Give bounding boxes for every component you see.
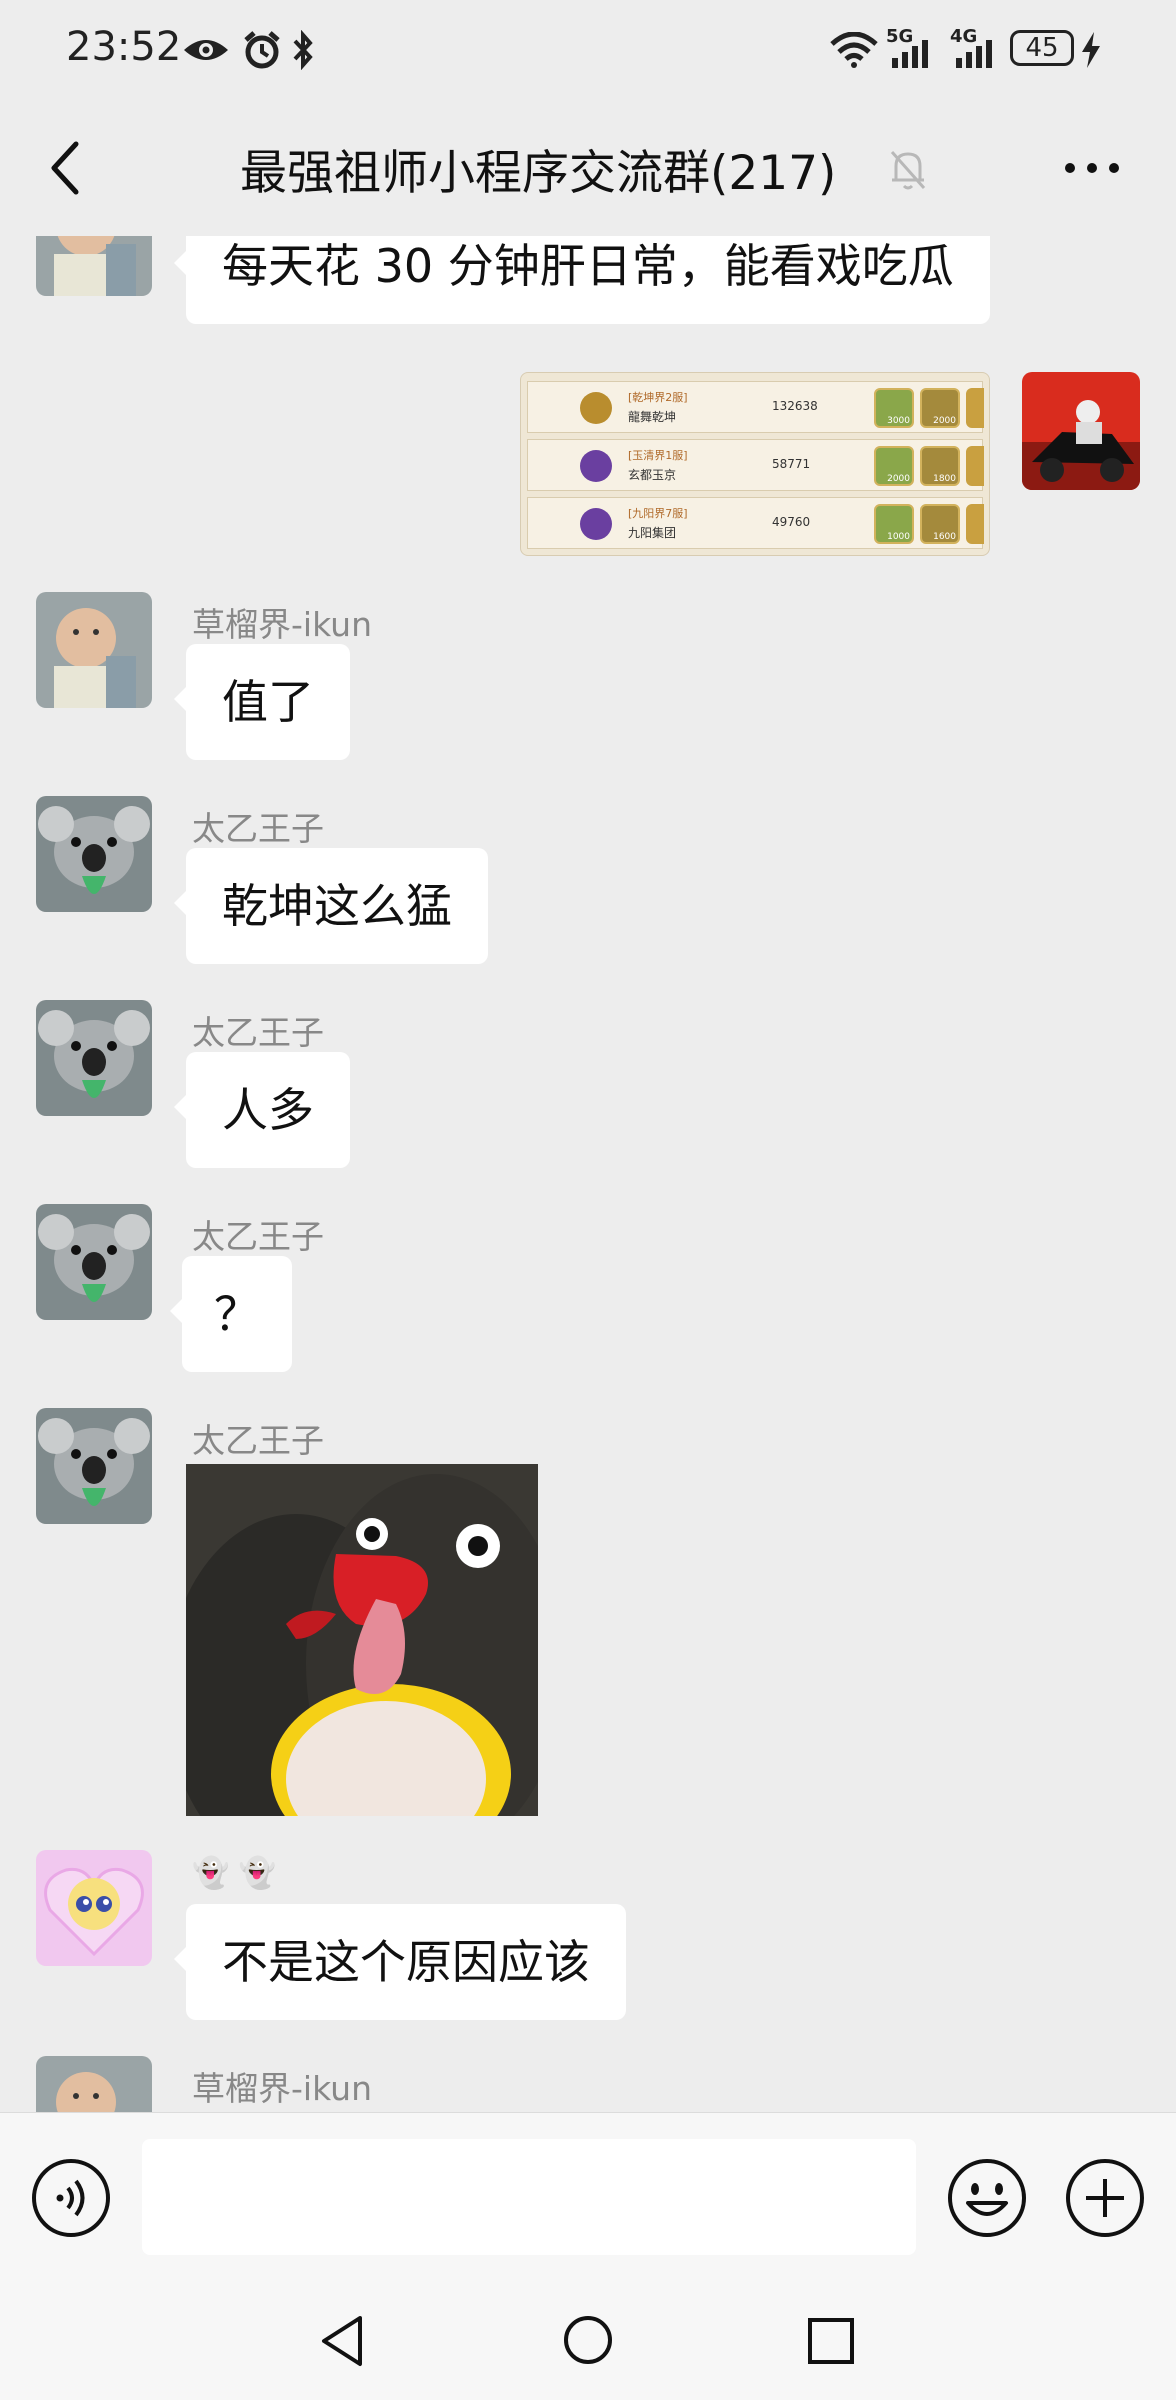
chat-title: 最强祖师小程序交流群(217): [240, 146, 837, 201]
message-bubble[interactable]: 不是这个原因应该: [174, 1904, 626, 2020]
avatar-taiyi[interactable]: [36, 1000, 152, 1116]
sticker-message[interactable]: [186, 1464, 538, 1816]
guild-score: 132638: [772, 399, 818, 413]
message-input[interactable]: [142, 2139, 916, 2255]
reward-item-icon: 3000: [874, 388, 914, 428]
reward-item-icon: 2000: [920, 388, 960, 428]
signal-4g-icon: [956, 40, 992, 68]
message-text: 值了: [222, 675, 314, 729]
plus-icon[interactable]: [1064, 2157, 1146, 2239]
message-text: 人多: [222, 1083, 314, 1137]
server-name: [玉清界1服]: [628, 449, 688, 462]
guild-badge-icon: [580, 392, 612, 424]
reward-item-icon: 1600: [920, 504, 960, 544]
system-nav-bar: [0, 2280, 1176, 2400]
message-bubble[interactable]: 人多: [174, 1052, 350, 1168]
message-text: ？: [214, 1287, 260, 1341]
input-bar: [0, 2112, 1176, 2281]
charging-icon: [1082, 32, 1100, 68]
message-text: 不是这个原因应该: [222, 1935, 590, 1989]
penguin-sticker-image: [186, 1464, 538, 1816]
message-text: 每天花 30 分钟肝日常，能看戏吃瓜: [222, 239, 954, 293]
reward-count: 2000: [887, 474, 910, 484]
status-time: 23:52: [66, 24, 182, 70]
sender-name: 太乙王子: [192, 1013, 324, 1052]
avatar-ikun[interactable]: [36, 236, 152, 296]
sender-name: 太乙王子: [192, 1217, 324, 1256]
status-bar: 23:52 5G 4G 45: [0, 0, 1176, 100]
message-bubble[interactable]: ？: [170, 1256, 292, 1372]
sender-name: 草榴界-ikun: [192, 605, 373, 644]
image-message-screenshot[interactable]: [乾坤界2服] 龍舞乾坤 132638 3000 2000 [玉清界1服] 玄都玉京 5877…: [520, 372, 990, 556]
guild-badge-icon: [580, 450, 612, 482]
reward-item-icon: 2000: [874, 446, 914, 486]
battery-level: 45: [1025, 33, 1059, 63]
reward-count: 1600: [933, 532, 956, 542]
mute-bell-icon: [890, 151, 926, 190]
reward-item-icon: [966, 446, 984, 486]
reward-item-icon: 1000: [874, 504, 914, 544]
guild-name: 玄都玉京: [628, 468, 677, 482]
more-icon[interactable]: [1062, 160, 1122, 176]
message-list[interactable]: 每天花 30 分钟肝日常，能看戏吃瓜 [乾坤界2服] 龍舞乾坤 132638 3000…: [0, 236, 1176, 2112]
message-bubble[interactable]: 乾坤这么猛: [174, 848, 488, 964]
sender-name: 太乙王子: [192, 1421, 324, 1460]
server-name: [乾坤界2服]: [628, 391, 688, 404]
reward-item-icon: [966, 504, 984, 544]
server-name: [九阳界7服]: [628, 507, 688, 520]
voice-icon[interactable]: [30, 2157, 112, 2239]
message-bubble[interactable]: 每天花 30 分钟肝日常，能看戏吃瓜: [174, 236, 990, 324]
message-text: 乾坤这么猛: [222, 879, 452, 933]
reward-count: 3000: [887, 416, 910, 426]
wifi-icon: [830, 32, 878, 68]
battery-icon: 45: [1010, 30, 1074, 66]
ranking-row: [玉清界1服] 玄都玉京 58771 2000 1800: [527, 439, 984, 491]
ranking-row: [乾坤界2服] 龍舞乾坤 132638 3000 2000: [527, 381, 984, 433]
emoji-icon[interactable]: [946, 2157, 1028, 2239]
avatar-taiyi[interactable]: [36, 1204, 152, 1320]
sender-name: 草榴界-ikun: [192, 2069, 373, 2108]
reward-count: 2000: [933, 416, 956, 426]
avatar-ghost-user[interactable]: [36, 1850, 152, 1966]
avatar-taiyi[interactable]: [36, 1408, 152, 1524]
bluetooth-icon: [293, 30, 313, 70]
reward-count: 1800: [933, 474, 956, 484]
guild-badge-icon: [580, 508, 612, 540]
chat-header: 最强祖师小程序交流群(217): [0, 100, 1176, 236]
guild-name: 九阳集团: [628, 526, 677, 540]
reward-item-icon: 1800: [920, 446, 960, 486]
guild-name: 龍舞乾坤: [628, 410, 677, 424]
reward-count: 1000: [887, 532, 910, 542]
message-bubble[interactable]: 值了: [174, 644, 350, 760]
nav-home-icon[interactable]: [562, 2314, 614, 2366]
signal-5g-icon: [892, 40, 928, 68]
eye-icon: [184, 40, 228, 60]
my-avatar[interactable]: [1022, 372, 1140, 490]
avatar-ikun[interactable]: [36, 2056, 152, 2112]
alarm-icon: [244, 31, 280, 69]
sender-name: 太乙王子: [192, 809, 324, 848]
avatar-taiyi[interactable]: [36, 796, 152, 912]
nav-recents-icon[interactable]: [806, 2316, 856, 2366]
guild-score: 49760: [772, 515, 811, 529]
ranking-row: [九阳界7服] 九阳集团 49760 1000 1600: [527, 497, 984, 549]
reward-item-icon: [966, 388, 984, 428]
avatar-ikun[interactable]: [36, 592, 152, 708]
guild-score: 58771: [772, 457, 811, 471]
nav-back-icon[interactable]: [318, 2314, 366, 2368]
back-arrow-icon[interactable]: [42, 138, 92, 198]
sender-name: 👻 👻: [192, 1856, 277, 1891]
